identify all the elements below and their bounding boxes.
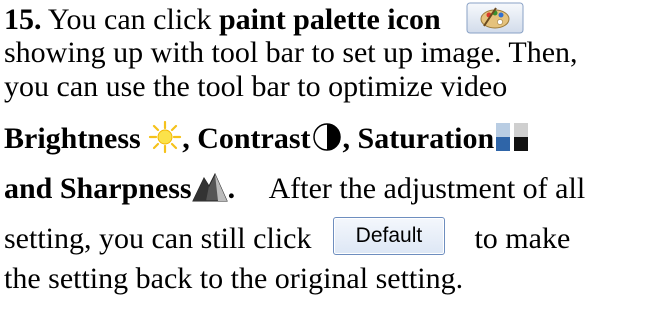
default-button[interactable]: Default <box>332 217 445 256</box>
period: . <box>227 172 236 205</box>
brightness-sun-icon[interactable] <box>148 120 182 162</box>
line-3: you can use the tool bar to optimize vid… <box>4 70 508 103</box>
line-7: the setting back to the original setting… <box>4 262 464 295</box>
sharpness-label: and Sharpness <box>4 172 192 205</box>
step-number: 15. <box>4 2 42 36</box>
instruction-step: 15. You can click paint palette icon sho… <box>0 0 660 323</box>
contrast-icon[interactable] <box>311 121 343 161</box>
line-5: and Sharpness . After the adjustment of … <box>4 172 585 210</box>
saturation-label: , Saturation <box>342 121 495 155</box>
line-2: showing up with tool bar to set up image… <box>4 36 578 69</box>
saturation-icon[interactable] <box>494 121 530 161</box>
palette-label: paint palette icon <box>218 2 441 36</box>
setting-prefix: setting, you can still click <box>4 222 312 255</box>
intro-text: You can click <box>41 2 219 36</box>
contrast-label: , Contrast <box>182 121 311 155</box>
after-text: After the adjustment of all <box>268 172 586 205</box>
line-4: Brightness , Contrast , Saturation <box>4 120 530 162</box>
brightness-label: Brightness <box>4 121 141 155</box>
to-make-text: to make <box>474 222 571 255</box>
line-6: setting, you can still click Default to … <box>4 217 571 256</box>
sharpness-icon[interactable] <box>191 172 228 210</box>
